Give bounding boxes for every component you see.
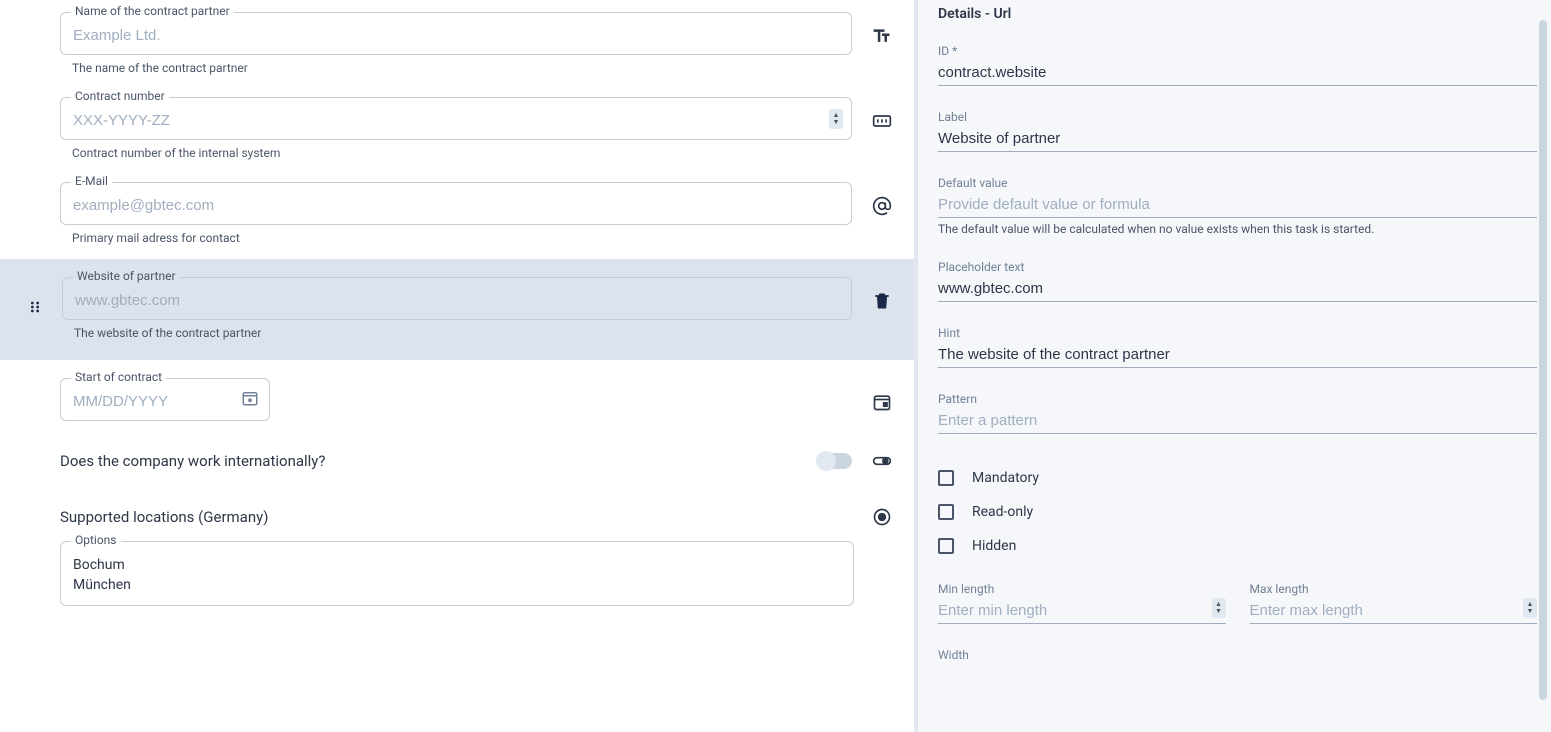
form-field-website-selected[interactable]: Website of partner The website of the co… (0, 259, 914, 360)
form-field-start-date[interactable]: Start of contract (0, 360, 914, 421)
date-input[interactable] (73, 393, 223, 410)
field-label: Website of partner (73, 269, 180, 283)
form-field-email[interactable]: E-Mail Primary mail adress for contact (0, 174, 914, 259)
pattern-input[interactable] (938, 410, 1537, 434)
form-builder-canvas[interactable]: Name of the contract partner The name of… (0, 0, 918, 732)
field-hint: Contract number of the internal system (72, 146, 852, 160)
readonly-checkbox-row[interactable]: Read-only (938, 504, 1537, 520)
max-input[interactable] (1250, 600, 1538, 624)
details-field-min: Min length ▲▼ (938, 582, 1226, 624)
radio-icon (870, 507, 894, 527)
hidden-checkbox-row[interactable]: Hidden (938, 538, 1537, 554)
checkbox-icon[interactable] (938, 538, 954, 554)
default-input[interactable] (938, 194, 1537, 218)
number-stepper[interactable]: ▲▼ (1212, 598, 1226, 618)
number-stepper[interactable]: ▲▼ (1523, 598, 1537, 618)
contract-number-input[interactable] (73, 112, 839, 129)
details-field-id: ID * (938, 44, 1537, 86)
hidden-label: Hidden (972, 538, 1016, 554)
label-label: Label (938, 110, 1537, 124)
details-field-label: Label (938, 110, 1537, 152)
field-box-website: Website of partner (62, 277, 852, 320)
default-label: Default value (938, 176, 1537, 190)
hint-label: Hint (938, 326, 1537, 340)
details-field-default: Default value The default value will be … (938, 176, 1537, 236)
scrollbar[interactable] (1539, 20, 1547, 700)
form-field-contract-number[interactable]: Contract number ▲▼ Contract number of th… (0, 89, 914, 174)
id-input[interactable] (938, 62, 1537, 86)
details-field-placeholder: Placeholder text (938, 260, 1537, 302)
at-icon (870, 174, 894, 216)
option-item: München (73, 576, 841, 596)
checkbox-icon[interactable] (938, 470, 954, 486)
default-hint: The default value will be calculated whe… (938, 222, 1537, 236)
details-field-max: Max length ▲▼ (1250, 582, 1538, 624)
field-hint: The name of the contract partner (72, 61, 852, 75)
pattern-label: Pattern (938, 392, 1537, 406)
trash-icon[interactable] (870, 269, 894, 311)
options-box[interactable]: Options Bochum München (60, 541, 854, 606)
field-box-email: E-Mail (60, 182, 852, 225)
min-input[interactable] (938, 600, 1226, 624)
field-label: Start of contract (71, 370, 166, 384)
form-field-name[interactable]: Name of the contract partner The name of… (0, 4, 914, 89)
toggle-icon (870, 451, 894, 471)
question-label: Does the company work internationally? (60, 452, 798, 470)
width-label: Width (938, 648, 1537, 662)
placeholder-label: Placeholder text (938, 260, 1537, 274)
mandatory-label: Mandatory (972, 470, 1039, 486)
min-label: Min length (938, 582, 1226, 596)
hint-input[interactable] (938, 344, 1537, 368)
section-label: Supported locations (Germany) (60, 508, 852, 526)
field-hint: Primary mail adress for contact (72, 231, 852, 245)
field-box-name: Name of the contract partner (60, 12, 852, 55)
form-question-international[interactable]: Does the company work internationally? (0, 421, 914, 501)
website-input[interactable] (75, 292, 839, 309)
calendar-picker-icon[interactable] (241, 389, 259, 411)
name-input[interactable] (73, 27, 839, 44)
field-label: Name of the contract partner (71, 4, 234, 18)
placeholder-input[interactable] (938, 278, 1537, 302)
details-field-width: Width (938, 648, 1537, 662)
drag-handle-icon[interactable] (26, 269, 44, 315)
details-field-hint: Hint (938, 326, 1537, 368)
readonly-label: Read-only (972, 504, 1033, 520)
details-field-pattern: Pattern (938, 392, 1537, 434)
text-size-icon (870, 4, 894, 46)
number-stepper[interactable]: ▲▼ (829, 109, 843, 129)
field-label: E-Mail (71, 174, 112, 188)
field-box-number: Contract number ▲▼ (60, 97, 852, 140)
field-hint: The website of the contract partner (74, 326, 852, 340)
toggle-switch[interactable] (816, 453, 852, 469)
options-label: Options (71, 533, 121, 547)
checkbox-icon[interactable] (938, 504, 954, 520)
calendar-icon (870, 370, 894, 412)
number-icon (870, 89, 894, 131)
details-panel[interactable]: Details - Url ID * Label Default value T… (918, 0, 1551, 732)
email-input[interactable] (73, 197, 839, 214)
field-box-date: Start of contract (60, 378, 270, 421)
id-label: ID * (938, 44, 1537, 58)
max-label: Max length (1250, 582, 1538, 596)
field-label: Contract number (71, 89, 169, 103)
details-title: Details - Url (938, 6, 1537, 22)
label-input[interactable] (938, 128, 1537, 152)
option-item: Bochum (73, 556, 841, 576)
form-section-locations[interactable]: Supported locations (Germany) (0, 501, 914, 537)
mandatory-checkbox-row[interactable]: Mandatory (938, 470, 1537, 486)
